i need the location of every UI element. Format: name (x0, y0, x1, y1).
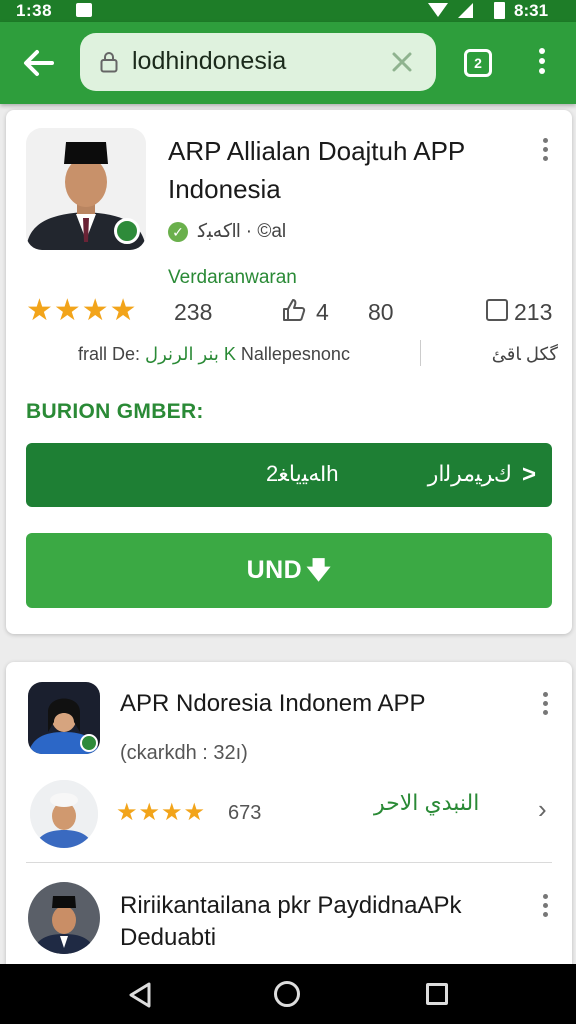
divider (26, 862, 552, 863)
install-button[interactable]: UND 🡇 (26, 533, 552, 608)
tabs-count: 2 (474, 55, 482, 71)
check-icon: ✓ (168, 221, 188, 242)
vertical-dots-icon[interactable] (540, 138, 550, 164)
chevron-right-icon: > (521, 461, 536, 488)
info-right: ﮔﮑﻞ ﺎﻗﺊ (491, 344, 558, 364)
app-avatar (28, 682, 100, 754)
star-rating-icon: ★★★★ (116, 799, 207, 826)
rating-count: 238 (174, 299, 213, 325)
status-bar: 1:38 8:31 (0, 0, 576, 22)
thumbs-up-icon (283, 299, 306, 321)
info-left-prefix: frall De: (78, 344, 141, 364)
stats-row: ★★★★ 238 4 80 213 (26, 296, 556, 326)
system-nav-bar (0, 964, 576, 1024)
developer-link[interactable]: Verdaranwaran (168, 267, 297, 289)
secondary-action-button[interactable]: ﻪﻴﻳﺎﻐ2Ih ﻙﺮﻴﻣﺮﻟﺍﺭ > (26, 443, 552, 507)
app-detail-card: ARP Allialan Doajtuh APP Indonesia ✓ ﻛﻪﺒﻛ… (6, 110, 572, 634)
status-time: 1:38 (16, 1, 53, 20)
app-icon (26, 128, 146, 250)
app-avatar (30, 780, 98, 848)
wifi-icon (428, 3, 448, 17)
mail-icon (76, 3, 92, 17)
nav-back-icon[interactable] (128, 982, 152, 1008)
secondary-button-right-label: ﻙﺮﻴﻣﺮﻟﺍﺭ (427, 461, 512, 486)
url-text: lodhindonesia (132, 47, 287, 75)
size-value: 80 (368, 299, 394, 325)
browser-toolbar: lodhindonesia 2 (0, 22, 576, 104)
app-meta: ✓ ﻛﻪﺒﻛll · ©al (168, 220, 286, 243)
related-apps-card: APR Ndoresia Indonem APP (ckarkdh : 32ı)… (6, 662, 572, 972)
divider (420, 340, 421, 366)
app-avatar (28, 882, 100, 954)
download-arrow-icon: 🡇 (306, 557, 332, 584)
battery-icon (494, 2, 505, 19)
lock-icon (100, 52, 118, 73)
person-portrait-icon (30, 780, 98, 848)
list-item-title: APR Ndoresia Indonem APP (120, 690, 426, 717)
list-item-title: Ririikantailana pkr PaydidnaAPk Deduabti (120, 892, 462, 951)
vertical-dots-icon[interactable] (535, 48, 549, 78)
address-bar[interactable]: lodhindonesia (80, 33, 436, 91)
arrow-left-icon[interactable] (22, 48, 56, 78)
vertical-dots-icon[interactable] (540, 894, 550, 920)
info-left: frall De: بنر الرنرل K Nallepesnonc (78, 344, 350, 365)
nav-home-icon[interactable] (274, 981, 300, 1007)
info-left-highlight: بنر الرنرل K (145, 344, 236, 364)
downloads-count: 213 (514, 299, 553, 325)
signal-icon (458, 3, 473, 18)
nav-recents-icon[interactable] (426, 983, 448, 1005)
secondary-button-left-label: ﻪﻴﻳﺎﻐ2Ih (266, 461, 339, 486)
document-icon (486, 299, 508, 321)
verified-badge-icon (114, 218, 140, 244)
section-label: BURION GMBER: (26, 400, 204, 423)
rating-count: 673 (228, 802, 262, 824)
vertical-dots-icon[interactable] (540, 692, 550, 718)
chevron-right-icon[interactable]: › (538, 794, 547, 825)
verified-badge-icon (80, 734, 98, 752)
app-title: ARP Allialan Doajtuh APP Indonesia (168, 136, 465, 204)
person-portrait-icon (28, 882, 100, 954)
likes-count: 4 (316, 299, 329, 325)
install-button-label: UND (246, 556, 303, 584)
list-item-arabic-label: النبدي الاحر (374, 790, 480, 815)
status-clock: 8:31 (514, 1, 549, 20)
tabs-button[interactable]: 2 (464, 49, 492, 77)
star-rating-icon: ★★★★ (26, 294, 138, 327)
list-item-subtitle: (ckarkdh : 32ı) (120, 742, 248, 764)
info-left-suffix: Nallepesnonc (240, 344, 350, 364)
app-meta-text: ﻛﻪﺒﻛll · ©al (198, 221, 287, 242)
close-icon[interactable] (390, 50, 414, 74)
